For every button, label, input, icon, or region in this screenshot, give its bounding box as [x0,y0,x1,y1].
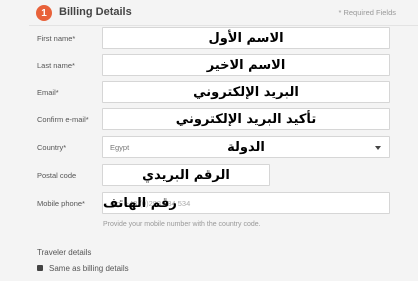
country-select[interactable]: Egypt الدولة [102,136,390,158]
billing-header: 1 Billing Details * Required Fields [36,4,396,22]
section-title: Billing Details [59,6,132,18]
header-divider [29,25,418,26]
last-name-value: الاسم الاخير [206,57,286,73]
same-as-billing-checkbox[interactable] [37,265,43,271]
mobile-phone-value: رقم الهاتف [103,195,177,211]
last-name-field[interactable]: الاسم الاخير [102,54,390,76]
email-field[interactable]: البريد الإلكتروني [102,81,390,103]
last-name-label: Last name* [37,61,75,70]
confirm-email-row: Confirm e-mail* تأكيد البريد الإلكتروني [0,108,418,130]
country-value: الدولة [227,139,265,155]
mobile-phone-row: Mobile phone* e.g. +43 (0)288 234 534 رق… [0,192,418,214]
chevron-down-icon [375,146,381,150]
country-row: Country* Egypt الدولة [0,136,418,158]
required-fields-note: * Required Fields [338,8,396,17]
first-name-value: الاسم الأول [208,30,284,46]
first-name-label: First name* [37,34,76,43]
traveler-details-heading: Traveler details [37,248,92,257]
same-as-billing-label[interactable]: Same as billing details [49,264,129,273]
email-label: Email* [37,88,59,97]
country-label: Country* [37,143,67,152]
mobile-phone-label: Mobile phone* [37,199,85,208]
postal-code-label: Postal code [37,171,77,180]
confirm-email-value: تأكيد البريد الإلكتروني [175,111,317,127]
postal-code-value: الرقم البريدي [142,167,230,183]
first-name-row: First name* الاسم الأول [0,27,418,49]
step-badge: 1 [36,5,52,21]
mobile-phone-field[interactable]: e.g. +43 (0)288 234 534 رقم الهاتف [102,192,390,214]
confirm-email-label: Confirm e-mail* [37,115,89,124]
first-name-field[interactable]: الاسم الأول [102,27,390,49]
postal-code-field[interactable]: الرقم البريدي [102,164,270,186]
email-value: البريد الإلكتروني [193,84,299,100]
last-name-row: Last name* الاسم الاخير [0,54,418,76]
mobile-phone-helper: Provide your mobile number with the coun… [103,221,261,228]
email-row: Email* البريد الإلكتروني [0,81,418,103]
confirm-email-field[interactable]: تأكيد البريد الإلكتروني [102,108,390,130]
postal-code-row: Postal code الرقم البريدي [0,164,418,186]
